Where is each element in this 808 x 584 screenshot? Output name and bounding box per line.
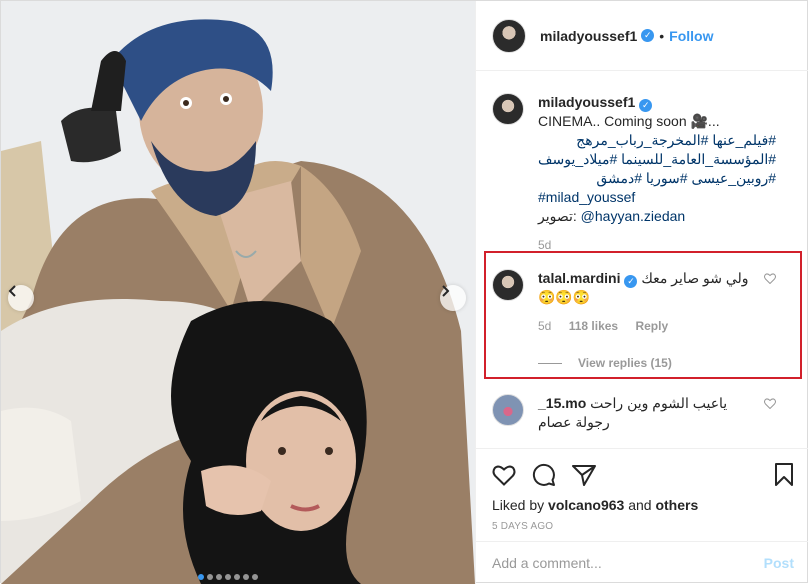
separator-dot: • (659, 27, 665, 44)
comment-likes[interactable]: 118 likes (569, 319, 618, 333)
chevron-right-icon (442, 285, 450, 297)
post-actions: Liked by volcano963 and others 5 DAYS AG… (476, 448, 808, 532)
view-replies-button[interactable]: View replies (15) (538, 354, 770, 373)
chevron-left-icon (8, 285, 16, 297)
like-comment-heart-icon[interactable] (764, 398, 776, 409)
hashtag-link[interactable]: #فيلم_عنها #المخرجة_رباب_مرهج (538, 131, 776, 150)
carousel-next-button[interactable] (440, 285, 466, 311)
liked-by-others[interactable]: others (655, 497, 698, 513)
caption-text: CINEMA.. Coming soon 🎥... (538, 113, 720, 129)
avatar[interactable] (492, 269, 524, 301)
comment-item: _15.mo ياعيب الشوم وين راحت رجولة عصام (492, 394, 792, 432)
avatar[interactable] (492, 93, 524, 125)
liked-by-and: and (628, 497, 652, 513)
verified-badge-icon: ✓ (624, 275, 638, 288)
carousel-dot (243, 574, 249, 580)
caption-username[interactable]: miladyoussef1 (538, 94, 635, 110)
replies-divider (538, 363, 562, 364)
bookmark-icon[interactable] (774, 463, 794, 487)
add-comment-bar: Post (476, 541, 808, 584)
mention-link[interactable]: @hayyan.ziedan (581, 208, 686, 224)
carousel-dot (198, 574, 204, 580)
instagram-post: miladyoussef1 ✓ • Follow miladyoussef1 ✓ … (0, 0, 808, 584)
verified-badge-icon: ✓ (641, 29, 655, 42)
heart-icon[interactable] (492, 464, 516, 486)
hashtag-link[interactable]: #المؤسسة_العامة_للسينما #ميلاد_يوسف (538, 150, 776, 169)
carousel-dot (207, 574, 213, 580)
comment-text: ولي شو صاير معك (641, 270, 749, 286)
comment-text: ياعيب الشوم وين راحت (590, 395, 728, 411)
avatar[interactable] (492, 18, 526, 53)
photo-credit: تصوير: @hayyan.ziedan (538, 207, 776, 226)
carousel-dot (225, 574, 231, 580)
carousel-dot (252, 574, 258, 580)
carousel-dot (216, 574, 222, 580)
comment-emoji: 😳😳😳 (538, 289, 591, 305)
comment-meta: 5d 118 likes Reply (538, 317, 770, 336)
reply-button[interactable]: Reply (635, 319, 668, 333)
post-image[interactable] (1, 1, 475, 584)
liked-by-prefix: Liked by (492, 497, 545, 513)
comment-username[interactable]: _15.mo (538, 395, 586, 411)
carousel-prev-button[interactable] (8, 285, 34, 311)
post-timestamp[interactable]: 5 DAYS AGO (492, 521, 794, 532)
credit-prefix: تصوير: (538, 208, 577, 224)
like-comment-heart-icon[interactable] (764, 273, 776, 284)
avatar[interactable] (492, 394, 524, 426)
comment-item: talal.mardini ✓ ولي شو صاير معك 😳😳😳 5d 11… (492, 269, 792, 373)
carousel-dot (234, 574, 240, 580)
hashtag-link[interactable]: #milad_youssef (538, 188, 776, 207)
carousel-indicator (198, 574, 258, 580)
follow-button[interactable]: Follow (669, 28, 713, 44)
photo-illustration (1, 1, 475, 584)
comment-icon[interactable] (532, 463, 556, 487)
post-comment-button[interactable]: Post (764, 555, 794, 571)
side-panel: miladyoussef1 ✓ • Follow miladyoussef1 ✓ … (475, 1, 808, 584)
view-replies-label: View replies (15) (578, 356, 672, 370)
comment-text: رجولة عصام (538, 414, 610, 430)
share-icon[interactable] (572, 464, 596, 486)
comment-timestamp[interactable]: 5d (538, 319, 551, 333)
liked-by-user[interactable]: volcano963 (548, 497, 624, 513)
header-username[interactable]: miladyoussef1 (540, 28, 637, 44)
caption: miladyoussef1 ✓ CINEMA.. Coming soon 🎥...… (492, 93, 797, 255)
liked-by: Liked by volcano963 and others (492, 497, 794, 513)
comment-username[interactable]: talal.mardini (538, 270, 620, 286)
comment-input[interactable] (492, 555, 764, 571)
verified-badge-icon: ✓ (639, 99, 653, 112)
hashtag-link[interactable]: #روبين_عيسى #سوريا #دمشق (538, 169, 776, 188)
post-header: miladyoussef1 ✓ • Follow (476, 1, 808, 71)
